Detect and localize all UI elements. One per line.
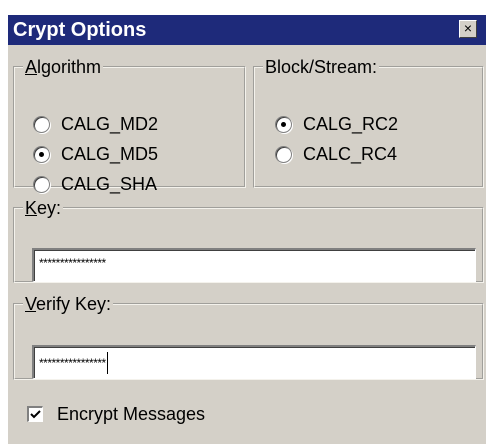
encrypt-messages-option[interactable]: Encrypt Messages — [27, 403, 205, 425]
radio-label: CALG_MD2 — [61, 113, 159, 134]
crypt-options-dialog: Crypt Options × Algorithm CALG_MD2 CALG_… — [8, 15, 486, 444]
radio-calc-rc4[interactable]: CALC_RC4 — [275, 141, 397, 167]
dialog-title: Crypt Options — [13, 19, 147, 41]
block-stream-group-label: Block/Stream: — [265, 57, 378, 77]
radio-button[interactable] — [33, 145, 50, 163]
verify-key-group: Verify Key: **************** — [13, 294, 484, 380]
radio-label: CALG_RC2 — [303, 113, 399, 134]
radio-calg-md2[interactable]: CALG_MD2 — [33, 111, 158, 137]
block-stream-group: Block/Stream: CALG_RC2 CALC_RC4 — [253, 57, 484, 188]
verify-key-group-label: Verify Key: — [25, 294, 112, 314]
title-bar: Crypt Options × — [8, 15, 486, 45]
key-input[interactable]: **************** — [32, 248, 476, 282]
key-group: Key: **************** — [13, 198, 484, 283]
algorithm-group-label: Algorithm — [25, 57, 102, 77]
algorithm-group: Algorithm CALG_MD2 CALG_MD5 CALG_SHA — [13, 57, 246, 194]
radio-button[interactable] — [275, 145, 292, 163]
radio-calg-md5[interactable]: CALG_MD5 — [33, 141, 158, 167]
close-icon: × — [463, 20, 473, 36]
close-button[interactable]: × — [459, 20, 477, 38]
radio-label: CALC_RC4 — [303, 143, 398, 164]
radio-button[interactable] — [275, 115, 292, 133]
encrypt-messages-checkbox[interactable] — [27, 406, 43, 422]
text-caret — [106, 352, 108, 374]
verify-key-input-value: **************** — [39, 352, 108, 375]
radio-button[interactable] — [33, 115, 50, 133]
radio-calg-rc2[interactable]: CALG_RC2 — [275, 111, 398, 137]
key-input-value: **************** — [39, 256, 106, 270]
encrypt-messages-label: Encrypt Messages — [57, 403, 206, 424]
radio-label: CALG_SHA — [61, 173, 158, 194]
radio-label: CALG_MD5 — [61, 143, 159, 164]
radio-button[interactable] — [33, 175, 50, 193]
checkmark-icon — [30, 410, 41, 419]
radio-calg-sha[interactable]: CALG_SHA — [33, 171, 157, 197]
verify-key-input[interactable]: **************** — [32, 345, 476, 379]
key-group-label: Key: — [25, 198, 62, 218]
